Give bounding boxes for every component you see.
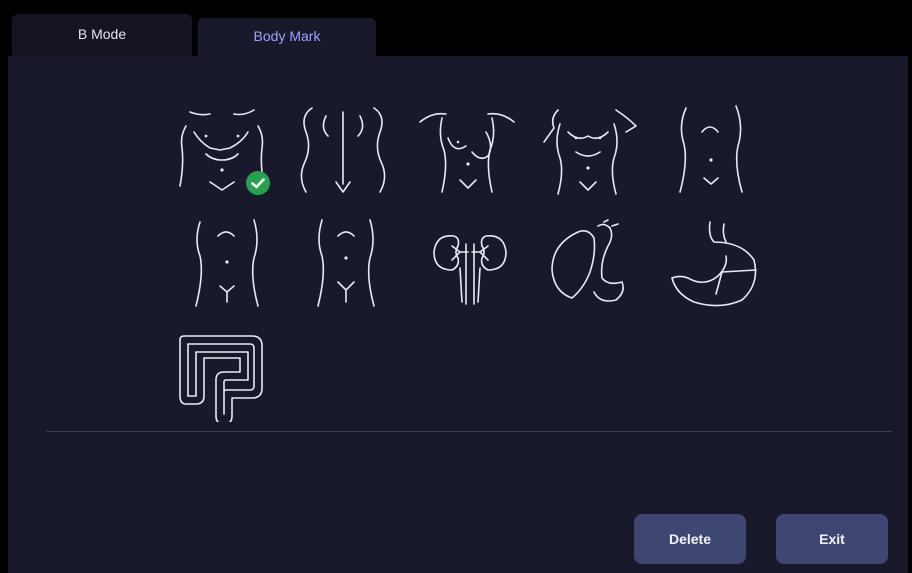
tab-b-mode[interactable]: B Mode [12,14,192,56]
body-mark-lower-abdomen[interactable] [174,216,280,312]
body-mark-intestine[interactable] [170,326,276,422]
tab-body-mark[interactable]: Body Mark [198,18,376,56]
checkmark-icon [246,171,270,195]
body-mark-torso-back[interactable] [290,102,396,198]
body-mark-liver[interactable] [538,216,644,312]
female-torso-breast-icon [419,112,515,193]
body-mark-female-torso[interactable] [414,102,520,198]
body-mark-pelvis[interactable] [294,216,400,312]
body-mark-male-torso[interactable] [536,102,642,198]
divider [46,431,892,432]
liver-gallbladder-icon [551,219,624,302]
body-mark-content: Delete Exit [8,56,908,573]
body-mark-abdomen[interactable] [658,102,764,198]
stomach-icon [671,221,757,307]
torso-back-spine-icon [300,107,386,193]
body-mark-panel: B Mode Body Mark Delete Exit [8,8,908,573]
pelvis-icon [317,219,375,307]
delete-button[interactable]: Delete [634,514,746,564]
exit-button[interactable]: Exit [776,514,888,564]
kidneys-icon [433,235,507,305]
abdomen-icon [679,105,743,193]
tab-bar: B Mode Body Mark [8,8,908,56]
male-torso-arms-icon [543,109,637,195]
intestine-icon [179,335,263,422]
lower-abdomen-icon [195,219,259,307]
body-mark-stomach[interactable] [662,216,768,312]
body-mark-kidneys[interactable] [416,216,522,312]
